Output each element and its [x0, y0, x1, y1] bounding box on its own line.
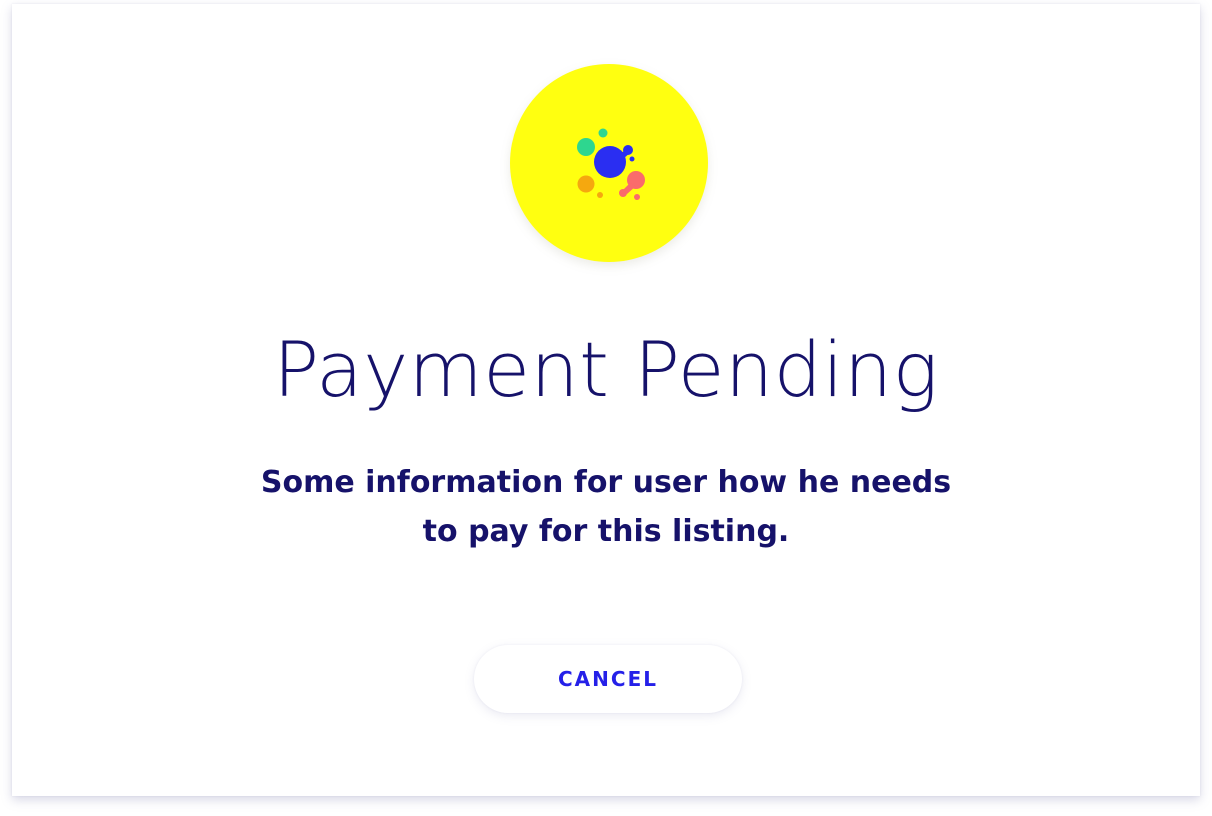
page-title: Payment Pending [273, 325, 939, 414]
logo-badge [510, 64, 708, 262]
splash-dots-icon [577, 128, 645, 200]
payment-info-message: Some information for user how he needs t… [260, 465, 952, 549]
cancel-button[interactable]: CANCEL [474, 645, 742, 713]
payment-pending-dialog: Payment Pending Some information for use… [12, 4, 1200, 796]
